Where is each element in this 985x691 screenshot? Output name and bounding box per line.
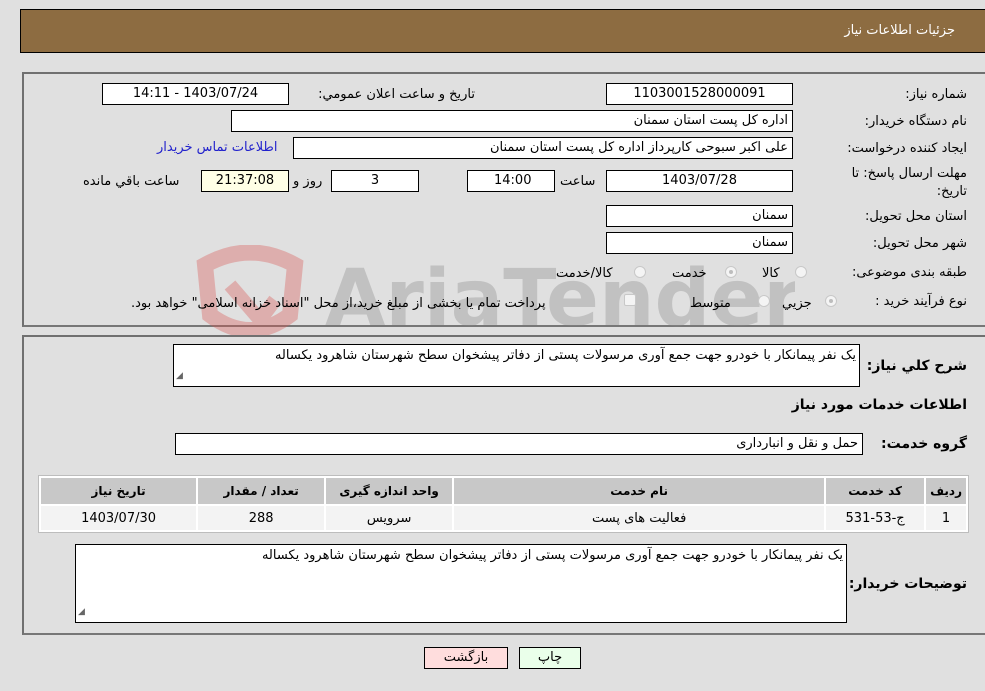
summary-textarea[interactable]: یک نفر پیمانکار با خودرو جهت جمع آوری مر… (173, 344, 860, 387)
category-option-service: خدمت (672, 266, 707, 281)
deadline-date-field: 1403/07/28 (606, 170, 793, 192)
category-option-goods: کالا (762, 266, 780, 281)
time-remaining-label: ساعت باقي مانده (83, 174, 180, 189)
buyer-org-label: نام دستگاه خریدار: (864, 114, 967, 129)
requester-label: ایجاد کننده درخواست: (847, 141, 967, 156)
service-group-field: حمل و نقل و انبارداری (175, 433, 863, 455)
category-option-goods-service: کالا/خدمت (556, 266, 613, 281)
category-radio-goods-service[interactable] (634, 266, 646, 278)
time-remaining-field: 21:37:08 (201, 170, 289, 192)
process-radio-medium[interactable] (758, 295, 770, 307)
days-remaining-field: 3 (331, 170, 419, 192)
summary-text: یک نفر پیمانکار با خودرو جهت جمع آوری مر… (274, 348, 856, 363)
col-unit: واحد اندازه گیری (326, 478, 453, 504)
table-header-row: رديف کد خدمت نام خدمت واحد اندازه گیری ت… (41, 478, 966, 504)
buyer-notes-textarea[interactable]: یک نفر پیمانکار با خودرو جهت جمع آوری مر… (75, 544, 847, 623)
process-type-label: نوع فرآیند خرید : (875, 294, 967, 309)
requester-field: علی اکبر سبوحی کارپرداز اداره کل پست است… (293, 137, 793, 159)
buyer-notes-text: یک نفر پیمانکار با خودرو جهت جمع آوری مر… (261, 548, 843, 563)
need-number-label: شماره نیاز: (905, 87, 967, 102)
deadline-label: مهلت ارسال پاسخ: تا تاریخ: (851, 166, 967, 199)
treasury-checkbox[interactable] (624, 294, 636, 306)
services-heading: اطلاعات خدمات مورد نياز (791, 397, 967, 413)
process-radio-minor[interactable] (825, 295, 837, 307)
table-row: 1 ج-53-531 فعالیت های پست سرویس 288 1403… (41, 506, 966, 530)
province-label: استان محل تحویل: (865, 209, 967, 224)
days-label: روز و (293, 174, 323, 189)
city-label: شهر محل تحویل: (872, 236, 967, 251)
treasury-checkbox-label: پرداخت تمام یا بخشی از مبلغ خرید،از محل … (131, 296, 546, 311)
col-need-date: تاریخ نیاز (41, 478, 197, 504)
category-radio-goods[interactable] (795, 266, 807, 278)
back-button[interactable]: بازگشت (424, 647, 508, 669)
cell-unit: سرویس (326, 506, 453, 530)
cell-quantity: 288 (198, 506, 325, 530)
col-quantity: تعداد / مقدار (198, 478, 325, 504)
page-header: جزئیات اطلاعات نیاز (20, 9, 985, 53)
province-field: سمنان (606, 205, 793, 227)
deadline-time-label: ساعت (560, 174, 596, 189)
buyer-org-field: اداره کل پست استان سمنان (231, 110, 793, 132)
process-option-minor: جزيي (782, 296, 812, 311)
cell-service-name: فعالیت های پست (454, 506, 825, 530)
cell-need-date: 1403/07/30 (41, 506, 197, 530)
page-title: جزئیات اطلاعات نیاز (844, 23, 955, 38)
col-service-code: کد خدمت (826, 478, 925, 504)
resize-grip-icon[interactable]: ◢ (176, 368, 183, 385)
need-number-field: 1103001528000091 (606, 83, 793, 105)
buyer-notes-label: توضيحات خريدار: (848, 576, 967, 592)
city-field: سمنان (606, 232, 793, 254)
deadline-time-field: 14:00 (467, 170, 555, 192)
process-option-medium: متوسط (690, 296, 731, 311)
resize-grip-icon[interactable]: ◢ (78, 604, 85, 621)
announce-datetime-label: تاریخ و ساعت اعلان عمومي: (318, 87, 475, 102)
services-table: رديف کد خدمت نام خدمت واحد اندازه گیری ت… (38, 475, 969, 533)
announce-datetime-field: 1403/07/24 - 14:11 (102, 83, 289, 105)
col-service-name: نام خدمت (454, 478, 825, 504)
summary-label: شرح کلي نياز: (866, 358, 967, 374)
buyer-contact-link[interactable]: اطلاعات تماس خریدار (157, 140, 277, 155)
category-radio-service[interactable] (725, 266, 737, 278)
print-button[interactable]: چاپ (519, 647, 581, 669)
cell-service-code: ج-53-531 (826, 506, 925, 530)
category-label: طبقه بندی موضوعی: (851, 265, 967, 280)
cell-row-number: 1 (926, 506, 966, 530)
col-row-number: رديف (926, 478, 966, 504)
service-group-label: گروه خدمت: (881, 436, 967, 452)
